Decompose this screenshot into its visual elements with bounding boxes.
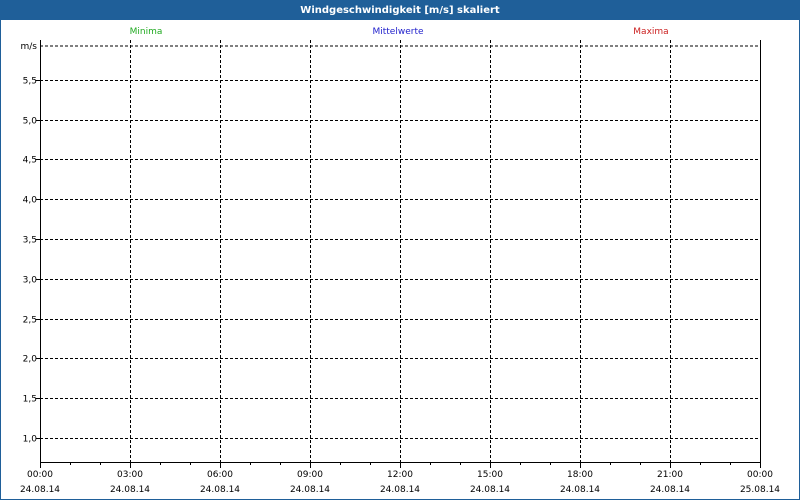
y-tick-label: 2,0 bbox=[23, 355, 38, 365]
x-tick-label-time: 09:00 bbox=[297, 470, 323, 480]
y-axis-label: m/s bbox=[21, 42, 38, 52]
x-tick-label-date: 24.08.14 bbox=[290, 485, 330, 495]
x-tick-label-date: 24.08.14 bbox=[560, 485, 600, 495]
x-tick-label-date: 24.08.14 bbox=[650, 485, 690, 495]
y-tick-label: 1,5 bbox=[23, 395, 37, 405]
x-tick-label-time: 00:00 bbox=[747, 470, 773, 480]
y-tick-label: 3,0 bbox=[23, 276, 38, 286]
x-tick-label-date: 24.08.14 bbox=[380, 485, 420, 495]
x-tick-label-time: 00:00 bbox=[27, 470, 53, 480]
x-tick-label-date: 24.08.14 bbox=[200, 485, 240, 495]
legend-entry-mittelwerte: Mittelwerte bbox=[372, 27, 423, 37]
x-tick-label-time: 21:00 bbox=[657, 470, 683, 480]
y-tick-label: 1,0 bbox=[23, 435, 38, 445]
chart-plot: 1,0 1,5 2,0 2,5 3,0 3,5 4,0 4,5 5,0 5,5 m/s 00:00 24… bbox=[20, 27, 780, 495]
x-tick-label-date: 24.08.14 bbox=[470, 485, 510, 495]
x-tick-label-time: 12:00 bbox=[387, 470, 413, 480]
x-tick-label-date: 25.08.14 bbox=[740, 485, 780, 495]
y-tick-label: 2,5 bbox=[23, 316, 37, 326]
x-tick-label-time: 06:00 bbox=[207, 470, 233, 480]
x-tick-label-time: 15:00 bbox=[477, 470, 503, 480]
y-tick-label: 4,5 bbox=[23, 156, 37, 166]
y-tick-label: 4,0 bbox=[23, 196, 38, 206]
x-tick-label-date: 24.08.14 bbox=[20, 485, 60, 495]
y-tick-label: 3,5 bbox=[23, 236, 37, 246]
legend-entry-minima: Minima bbox=[130, 27, 163, 37]
x-tick-label-time: 18:00 bbox=[567, 470, 593, 480]
y-tick-label: 5,0 bbox=[23, 117, 38, 127]
x-tick-label-time: 03:00 bbox=[117, 470, 143, 480]
y-tick-label: 5,5 bbox=[23, 77, 37, 87]
x-tick-label-date: 24.08.14 bbox=[110, 485, 150, 495]
legend-entry-maxima: Maxima bbox=[633, 27, 668, 37]
